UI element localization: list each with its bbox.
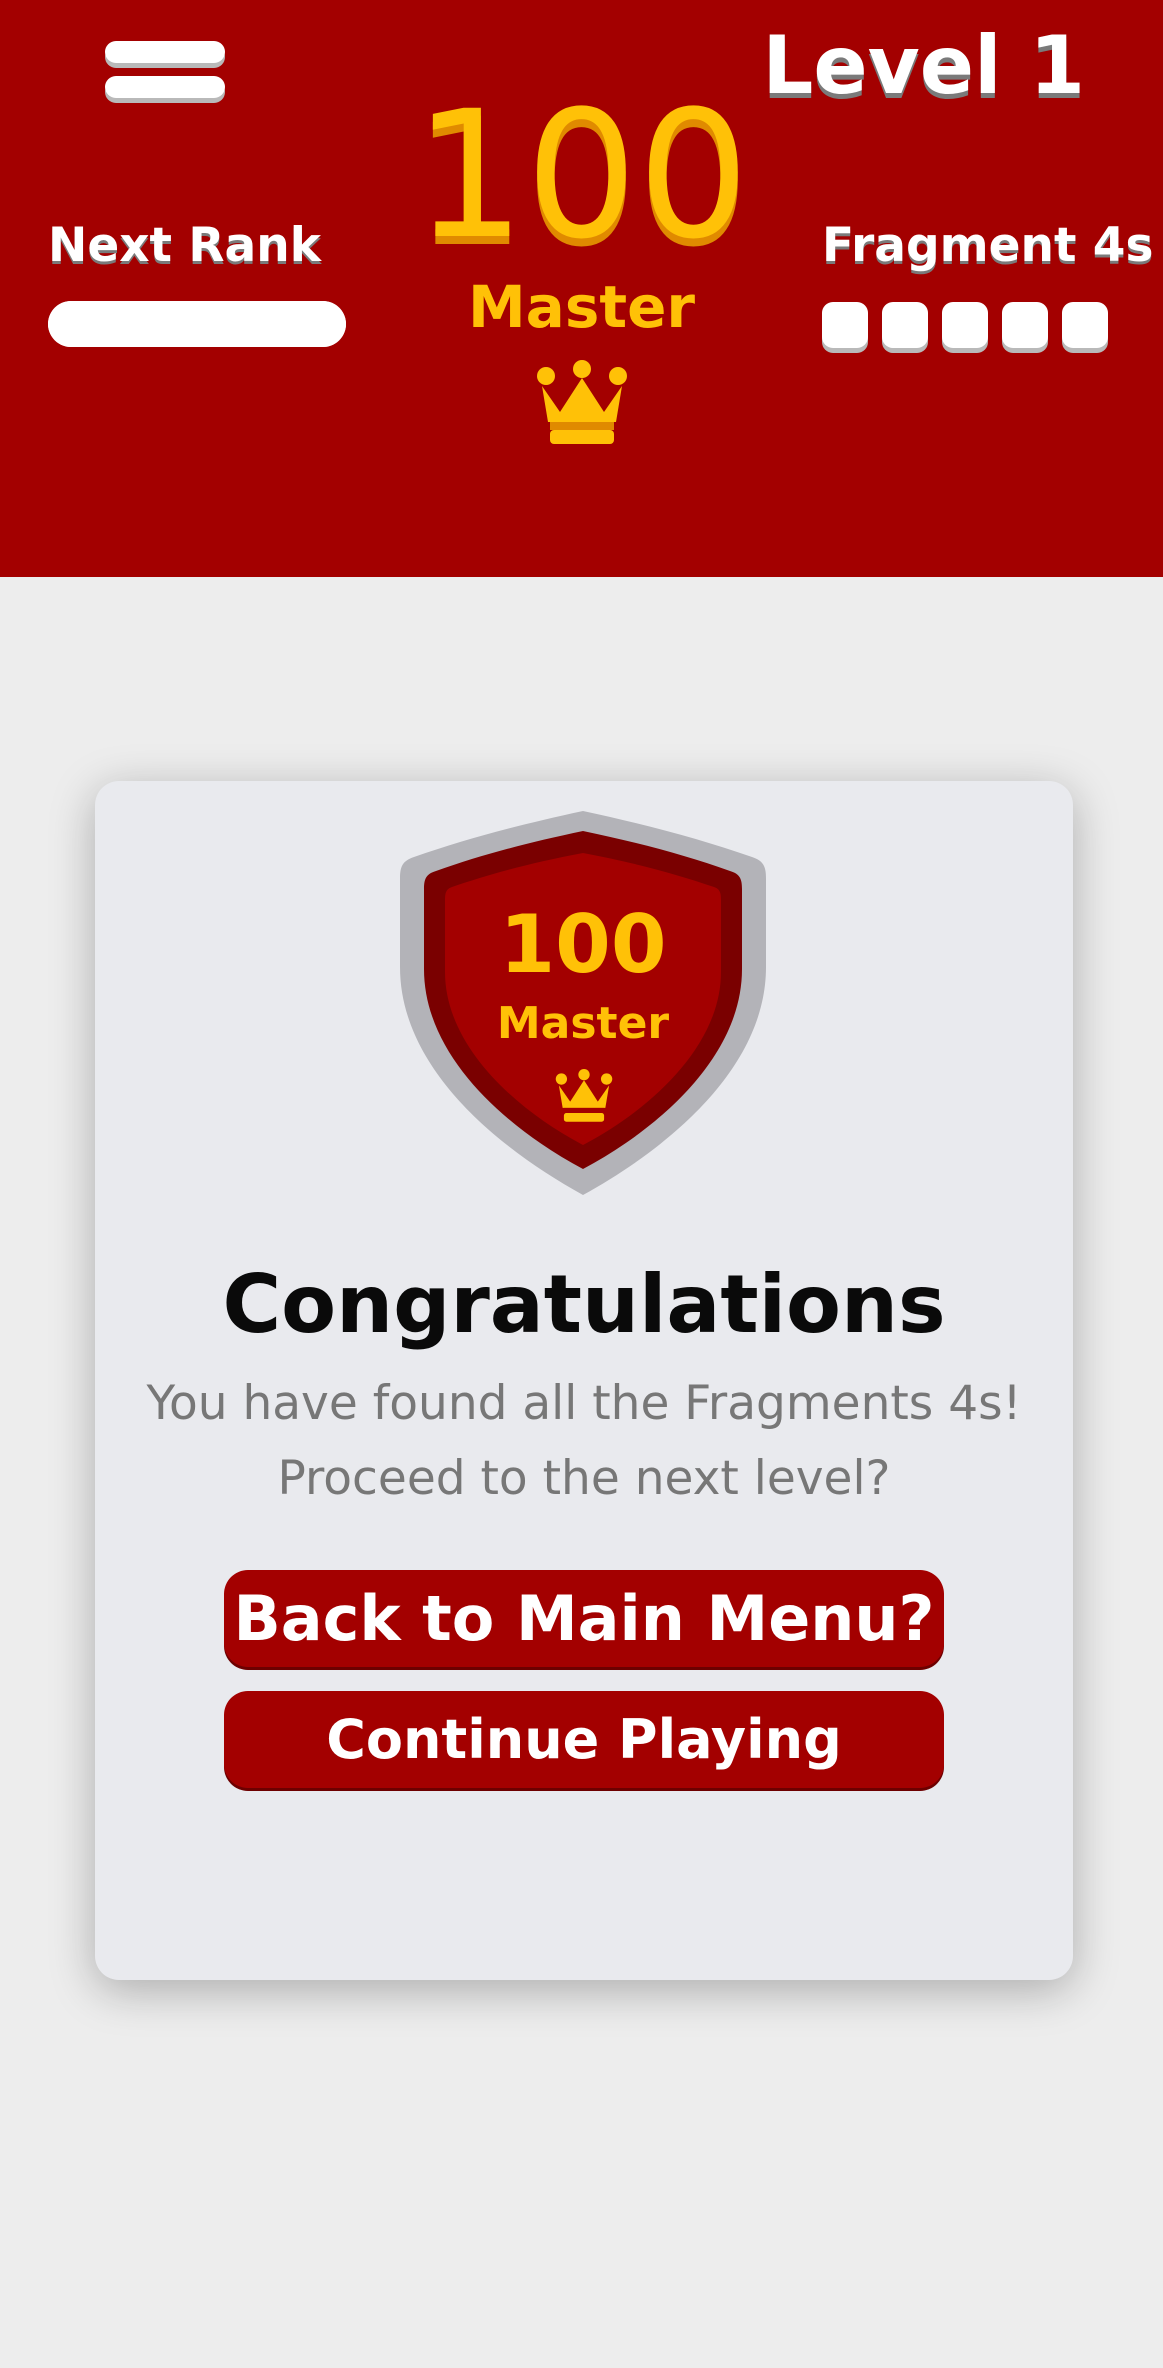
level-complete-dialog: 100 Master Congratulations You have foun… xyxy=(95,781,1073,1980)
fragment-slot xyxy=(1002,302,1048,348)
fragment-slot xyxy=(882,302,928,348)
continue-playing-button[interactable]: Continue Playing xyxy=(224,1691,944,1788)
fragments-label: Fragment 4s xyxy=(822,218,1154,273)
fragment-slot xyxy=(822,302,868,348)
badge-rank-name: Master xyxy=(496,998,670,1049)
back-to-main-menu-button[interactable]: Back to Main Menu? xyxy=(224,1570,944,1667)
fragment-slot xyxy=(1062,302,1108,348)
dialog-message: You have found all the Fragments 4s! Pro… xyxy=(135,1366,1033,1516)
crown-icon xyxy=(555,1069,613,1122)
fragment-slot xyxy=(942,302,988,348)
rank-badge: 100 Master xyxy=(400,807,766,1199)
dialog-message-line-2: Proceed to the next level? xyxy=(277,1451,891,1506)
fragment-slots xyxy=(822,302,1112,348)
top-bar: Level 1 Next Rank 100 Master Fragment 4s xyxy=(0,0,1163,577)
badge-score: 100 xyxy=(499,898,667,991)
crown-icon xyxy=(537,360,627,444)
dialog-message-line-1: You have found all the Fragments 4s! xyxy=(146,1376,1022,1431)
menu-bar-top xyxy=(105,41,225,63)
dialog-title: Congratulations xyxy=(222,1258,946,1351)
